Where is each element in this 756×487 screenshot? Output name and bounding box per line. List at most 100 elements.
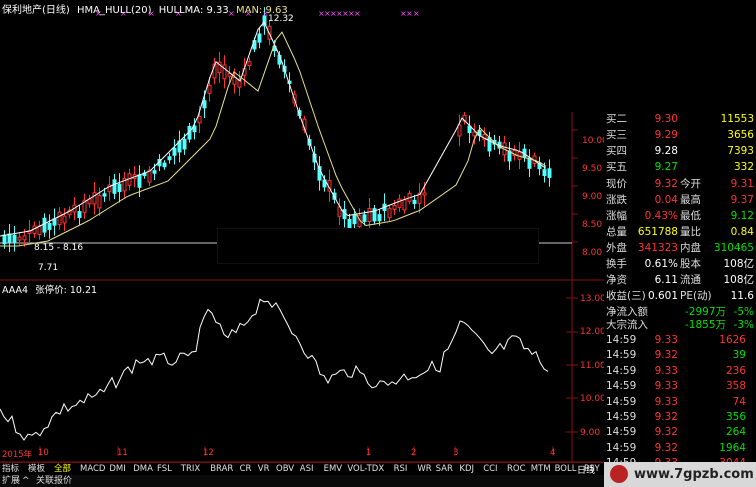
indicator-tab-vol-tdx[interactable]: VOL-TDX	[347, 463, 384, 475]
candle	[542, 169, 547, 177]
candle	[57, 211, 62, 226]
indicator-tab--[interactable]: 模板	[28, 463, 45, 475]
indicator-tab-kdj[interactable]: KDJ	[459, 463, 474, 475]
sub-axis-label: 10.00	[580, 394, 606, 404]
sub-chart-title: AAA4 张停价: 10.21	[2, 282, 101, 296]
stock-name[interactable]: 保利地产(日线)	[2, 5, 70, 16]
candle	[42, 217, 47, 233]
stat-label: PE(动)	[680, 290, 712, 302]
chevron-up-icon[interactable]: ^	[22, 475, 30, 487]
stat-value: 6.11	[654, 274, 678, 286]
quote-panel: 买二 9.30 11553 买三 9.29 3656 买四 9.28 7393 买五 9.27 332…	[604, 110, 756, 469]
candle	[412, 199, 417, 204]
stat-value: 310465	[713, 242, 754, 254]
indicator-tab-mtm[interactable]: MTM	[531, 463, 551, 475]
indicator-tab-boll[interactable]: BOLL	[555, 463, 577, 475]
date-label: 2015年	[2, 450, 33, 460]
buy-level-price: 9.27	[654, 161, 678, 173]
buy-level-price: 9.28	[654, 145, 678, 157]
date-label: 3	[453, 448, 459, 458]
indicator-tab-dma[interactable]: DMA	[133, 463, 153, 475]
tick-volume: 1626	[719, 334, 746, 346]
indicator-tab-brar[interactable]: BRAR	[210, 463, 233, 475]
indicator-tab-cci[interactable]: CCI	[483, 463, 497, 475]
indicator-tab-dmi[interactable]: DMI	[109, 463, 125, 475]
candle	[422, 192, 427, 196]
price-axis-label: 9.00	[582, 192, 603, 202]
buy-level-label: 买三	[606, 129, 627, 141]
related-quotes-button[interactable]: 关联报价	[36, 475, 72, 487]
indicator-tab-cr[interactable]: CR	[240, 463, 252, 475]
candle	[152, 170, 157, 174]
signal-marker-icon: ×	[406, 9, 413, 18]
indicator-tab-obv[interactable]: OBV	[276, 463, 294, 475]
buy-level-row: 买二 9.30 11553	[604, 113, 756, 126]
buy-level-label: 买四	[606, 145, 627, 157]
candle	[472, 131, 477, 137]
flow-percent: -5%	[733, 306, 754, 318]
stat-label: 今开	[680, 178, 701, 190]
chart-overlay-mask	[427, 0, 604, 112]
indicator-tab-vr[interactable]: VR	[258, 463, 270, 475]
tick-row: 14:59 9.33 74	[604, 396, 756, 409]
tick-time: 14:59	[606, 334, 637, 346]
tick-price: 9.32	[654, 426, 678, 439]
indicator-tab-trix[interactable]: TRIX	[181, 463, 200, 475]
candle	[47, 222, 52, 230]
expand-button[interactable]: 扩展	[2, 475, 20, 487]
candle	[12, 234, 17, 243]
candle	[207, 84, 212, 94]
indicator-tab-roc[interactable]: ROC	[507, 463, 526, 475]
candle	[92, 192, 97, 205]
tick-time: 14:59	[606, 349, 637, 362]
stat-row: 涨跌 0.04 最高 9.37	[604, 194, 756, 207]
buy-level-row: 买四 9.28 7393	[604, 145, 756, 158]
indicator-tab-wr[interactable]: WR	[417, 463, 431, 475]
flow-label: 净流入额	[606, 306, 648, 318]
tick-volume: 264	[725, 426, 746, 439]
indicator-tab--[interactable]: 全部	[54, 463, 71, 475]
date-label: 12	[203, 448, 214, 458]
tick-time: 14:59	[606, 364, 637, 377]
sub-axis-label: 13.00	[580, 294, 606, 304]
candle	[17, 236, 22, 241]
range-label: 8.15 - 8.16	[34, 243, 84, 253]
sub-indicator-name: AAA4	[2, 285, 29, 296]
candle	[172, 147, 177, 156]
indicator-tab--[interactable]: 指标	[2, 463, 19, 475]
candle	[367, 207, 372, 222]
buy-level-volume: 3656	[727, 129, 754, 141]
indicator-tab-fsl[interactable]: FSL	[157, 463, 172, 475]
candle	[487, 137, 492, 152]
candle	[392, 204, 397, 210]
stat-value: 341323	[637, 242, 678, 254]
flow-label: 大宗流入	[606, 319, 648, 331]
candle	[197, 115, 202, 124]
candle	[112, 179, 117, 194]
watermark: www.7gpzb.com	[604, 462, 756, 487]
candle	[7, 233, 12, 243]
tick-row: 14:59 9.32 1964	[604, 442, 756, 455]
candle	[52, 218, 57, 226]
buy-level-volume: 332	[733, 161, 754, 173]
candle	[22, 235, 27, 241]
indicator-tab-emv[interactable]: EMV	[324, 463, 343, 475]
stat-value: 651788	[637, 226, 678, 238]
date-label: 1	[366, 448, 372, 458]
candle	[232, 77, 237, 85]
indicator-tab-rsi[interactable]: RSI	[394, 463, 408, 475]
tick-row: 14:59 9.33 358	[604, 380, 756, 393]
tick-time: 14:59	[606, 395, 637, 408]
stat-label: 总量	[606, 226, 627, 238]
tick-price: 9.33	[654, 334, 678, 346]
tick-volume: 39	[732, 349, 746, 362]
indicator-tab-asi[interactable]: ASI	[300, 463, 314, 475]
indicator-tab-sar[interactable]: SAR	[436, 463, 453, 475]
indicator-tab-macd[interactable]: MACD	[80, 463, 105, 475]
flow-value: -2997万	[684, 306, 726, 318]
stat-row: 换手 0.61% 股本 108亿	[604, 258, 756, 271]
stat-row: 外盘 341323 内盘 310465	[604, 242, 756, 255]
low-price-label: 7.71	[38, 263, 59, 273]
tick-time: 14:59	[606, 411, 637, 423]
signal-marker-icon: ×	[354, 9, 361, 18]
